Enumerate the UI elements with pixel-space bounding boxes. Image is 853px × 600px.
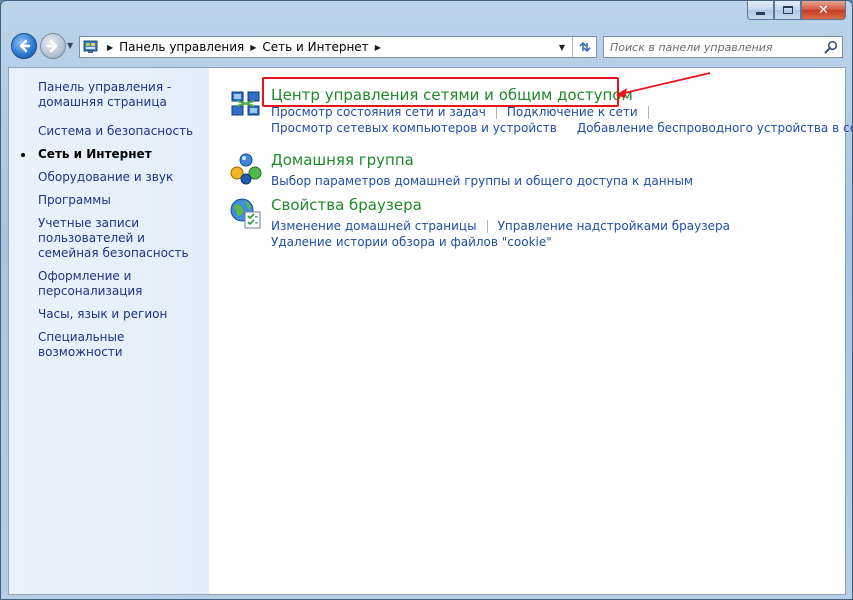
sidebar-item-label: Сеть и Интернет [38,147,152,161]
link-row: Просмотр состояния сети и задач Подключе… [271,104,831,120]
sidebar-item-network-internet[interactable]: Сеть и Интернет [9,147,209,162]
search-icon [824,40,838,54]
link-connect-to-network[interactable]: Подключение к сети [507,105,638,119]
category-links: Изменение домашней страницы Управление н… [271,218,831,250]
network-center-icon [231,91,260,116]
breadcrumb-chevron-icon[interactable]: ▶ [107,43,113,52]
address-bar[interactable]: ▶ Панель управления ▶ Сеть и Интернет ▶ … [79,36,597,58]
current-item-bullet-icon [21,153,25,157]
breadcrumb-control-panel[interactable]: Панель управления [119,40,244,54]
maximize-icon [782,6,793,14]
control-panel-window: ✕ ▼ ▶ Панель управления ▶ Сеть и Интерне… [0,0,853,600]
search-button[interactable] [822,38,840,56]
close-icon: ✕ [818,2,829,18]
link-homegroup-settings[interactable]: Выбор параметров домашней группы и общег… [271,174,693,188]
category-title-internet-options[interactable]: Свойства браузера [271,196,422,214]
breadcrumb-network-internet[interactable]: Сеть и Интернет [262,40,368,54]
homegroup-icon [230,153,262,185]
content-area: Панель управления - домашняя страница Си… [8,67,852,595]
link-view-network-status[interactable]: Просмотр состояния сети и задач [271,105,486,119]
link-row: Удаление истории обзора и файлов "cookie… [271,234,831,250]
address-dropdown-button[interactable]: ▼ [554,37,570,57]
link-separator [495,105,497,119]
category-links: Выбор параметров домашней группы и общег… [271,173,831,189]
link-delete-history-cookies[interactable]: Удаление истории обзора и файлов "cookie… [271,235,552,249]
back-button[interactable] [11,33,37,59]
search-input[interactable] [610,38,822,56]
forward-arrow-icon [46,39,58,53]
sidebar-item-programs[interactable]: Программы [9,193,209,208]
breadcrumb-chevron-icon[interactable]: ▶ [250,43,256,52]
sidebar-item-clock-language[interactable]: Часы, язык и регион [9,307,209,322]
sidebar-item-accessibility[interactable]: Специальные возможности [9,330,209,360]
link-add-wireless-device[interactable]: Добавление беспроводного устройства в се… [577,121,852,135]
minimize-button[interactable] [747,1,774,20]
sidebar: Панель управления - домашняя страница Си… [9,68,209,594]
internet-options-icon [230,198,261,229]
sidebar-item-home[interactable]: Панель управления - домашняя страница [9,80,209,110]
refresh-icon [578,41,591,53]
caption-buttons: ✕ [747,1,846,20]
title-bar[interactable]: ✕ [1,1,852,27]
category-title-network-center[interactable]: Центр управления сетями и общим доступом [271,86,633,104]
link-change-home-page[interactable]: Изменение домашней страницы [271,219,477,233]
sidebar-item-appearance[interactable]: Оформление и персонализация [9,269,209,299]
control-panel-icon [83,40,98,53]
navigation-bar: ▼ ▶ Панель управления ▶ Сеть и Интернет … [1,29,852,65]
minimize-icon [756,11,765,15]
sidebar-item-system-security[interactable]: Система и безопасность [9,124,209,139]
link-manage-addons[interactable]: Управление надстройками браузера [498,219,730,233]
link-separator [486,219,488,233]
annotation-arrow-icon [616,72,711,98]
sidebar-item-user-accounts[interactable]: Учетные записи пользователей и семейная … [9,216,209,261]
maximize-button[interactable] [774,1,801,20]
main-panel: Центр управления сетями и общим доступом… [209,68,852,594]
recent-pages-dropdown[interactable]: ▼ [67,41,77,51]
link-row: Выбор параметров домашней группы и общег… [271,173,831,189]
link-separator [647,105,649,119]
link-row: Просмотр сетевых компьютеров и устройств… [271,120,852,136]
close-button[interactable]: ✕ [801,1,846,20]
category-title-homegroup[interactable]: Домашняя группа [271,151,414,169]
sidebar-item-hardware-sound[interactable]: Оборудование и звук [9,170,209,185]
link-row: Изменение домашней страницы Управление н… [271,218,831,234]
breadcrumb-chevron-icon[interactable]: ▶ [375,43,381,52]
forward-button[interactable] [40,33,66,59]
refresh-button[interactable] [572,37,596,57]
link-view-network-computers[interactable]: Просмотр сетевых компьютеров и устройств [271,121,557,135]
back-arrow-icon [19,39,31,53]
search-box[interactable] [603,36,843,58]
category-links: Просмотр состояния сети и задач Подключе… [271,104,852,136]
